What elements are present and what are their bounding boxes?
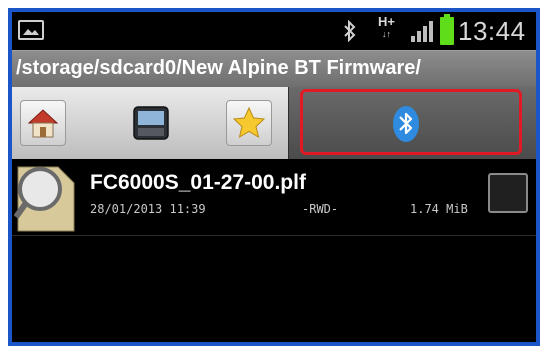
- file-name: FC6000S_01-27-00.plf: [90, 171, 306, 194]
- network-activity-arrows: ↓↑: [381, 29, 391, 39]
- list-item[interactable]: FC6000S_01-27-00.plf 28/01/2013 11:39 -R…: [12, 159, 536, 236]
- screenshot-frame: H+ ↓↑ 13:44 /storage/sdcard0/New Alpine …: [8, 8, 540, 346]
- file-list: FC6000S_01-27-00.plf 28/01/2013 11:39 -R…: [12, 159, 536, 342]
- file-select-checkbox[interactable]: [488, 173, 528, 213]
- bluetooth-status-icon: [342, 19, 358, 46]
- device-button[interactable]: [126, 100, 172, 146]
- home-icon: [27, 109, 59, 138]
- status-clock: 13:44: [458, 16, 526, 46]
- toolbar: [12, 87, 536, 159]
- file-size: 1.74 MiB: [410, 202, 468, 216]
- home-button[interactable]: [20, 100, 66, 146]
- gallery-icon: [18, 20, 44, 40]
- favorites-button[interactable]: [226, 100, 272, 146]
- signal-icon: [410, 18, 436, 48]
- current-path: /storage/sdcard0/New Alpine BT Firmware/: [16, 57, 421, 79]
- battery-icon: [440, 14, 454, 45]
- status-bar: H+ ↓↑ 13:44: [12, 12, 536, 50]
- network-type-label: H+: [378, 14, 395, 29]
- device-icon: [133, 106, 169, 140]
- file-search-icon: [13, 161, 78, 237]
- bluetooth-icon: [392, 105, 420, 147]
- star-icon: [232, 106, 266, 139]
- file-date: 28/01/2013 11:39: [90, 202, 206, 216]
- file-permissions: -RWD-: [302, 202, 339, 216]
- network-type-indicator: H+ ↓↑: [378, 15, 395, 41]
- path-bar[interactable]: /storage/sdcard0/New Alpine BT Firmware/: [12, 50, 536, 88]
